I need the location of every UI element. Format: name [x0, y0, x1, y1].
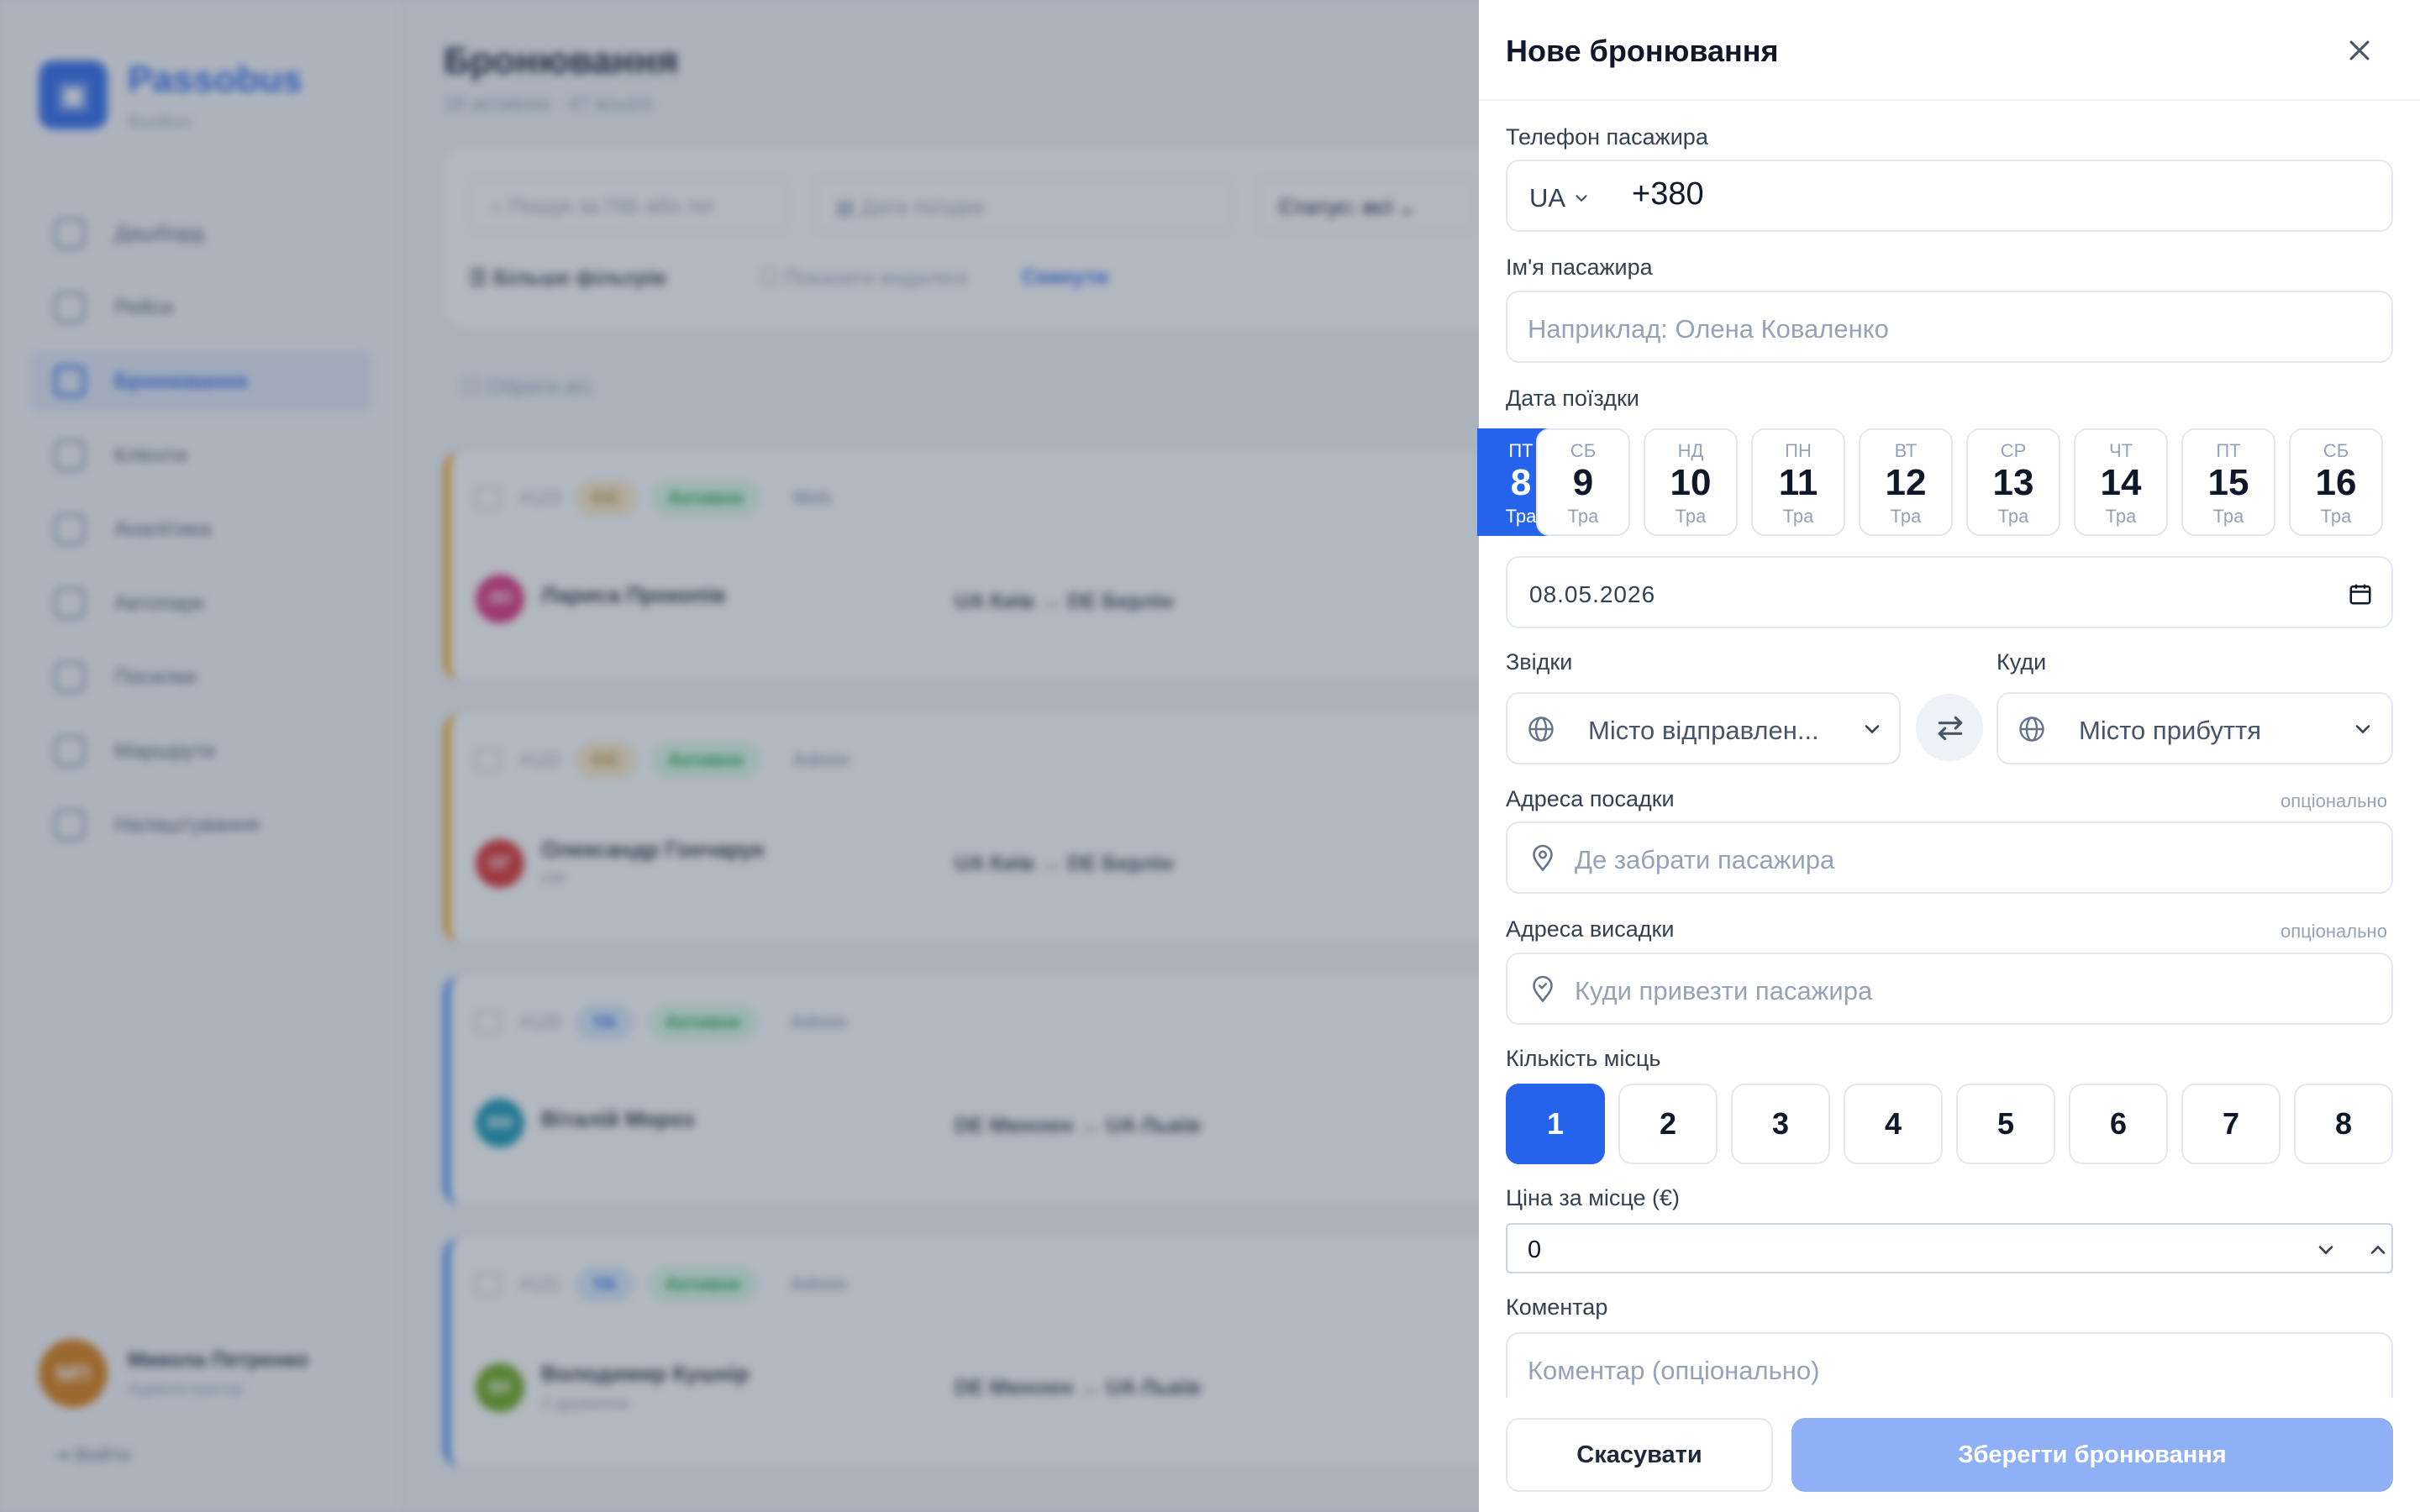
close-icon: [2349, 40, 2370, 60]
pickup-address-input[interactable]: Де забрати пасажира: [1506, 822, 2393, 894]
comment-placeholder: Коментар (опціонально): [1528, 1356, 1820, 1385]
seat-count-option[interactable]: 7: [2181, 1084, 2281, 1164]
date-chip[interactable]: СБ 16 Тра: [2289, 428, 2383, 536]
new-booking-drawer: Нове бронювання Телефон пасажира UA +380…: [1477, 0, 2420, 1512]
date-chip-month: Тра: [1675, 506, 1707, 527]
from-city-placeholder: Місто відправлен...: [1588, 716, 1819, 745]
date-chip[interactable]: СБ 9 Тра: [1536, 428, 1630, 536]
date-chip-month: Тра: [2212, 506, 2244, 527]
date-chip-month: Тра: [2320, 506, 2352, 527]
date-chip-month: Тра: [1997, 506, 2029, 527]
date-chip-weekday: СР: [2000, 440, 2027, 461]
close-button[interactable]: [2336, 27, 2383, 74]
date-chip-weekday: ПТ: [2216, 440, 2241, 461]
comment-label: Коментар: [1506, 1294, 1608, 1320]
calendar-icon[interactable]: [2348, 581, 2373, 606]
seat-count-option[interactable]: 1: [1506, 1084, 1605, 1164]
date-chip-day: 12: [1885, 462, 1927, 503]
pickup-label: Адреса посадки: [1506, 786, 1675, 811]
dropoff-placeholder: Куди привезти пасажира: [1575, 976, 1873, 1005]
dropoff-address-input[interactable]: Куди привезти пасажира: [1506, 953, 2393, 1025]
date-input-value: 08.05.2026: [1529, 581, 1656, 607]
date-chip[interactable]: ВТ 12 Тра: [1859, 428, 1953, 536]
date-chip-weekday: СБ: [1570, 440, 1597, 461]
date-chip-weekday: ЧТ: [2108, 440, 2133, 461]
date-chip-day: 11: [1778, 462, 1818, 503]
globe-icon: [1528, 717, 1554, 742]
country-code-value: UA: [1529, 183, 1566, 213]
country-code-select[interactable]: UA: [1529, 183, 1591, 213]
date-chip-month: Тра: [1890, 506, 1922, 527]
date-chip-month: Тра: [2105, 506, 2137, 527]
date-chip[interactable]: ПН 11 Тра: [1751, 428, 1845, 536]
seats-label: Кількість місць: [1506, 1046, 1661, 1071]
swap-icon: [1938, 716, 1963, 741]
from-city-select[interactable]: Місто відправлен...: [1506, 692, 1901, 764]
date-chip-month: Тра: [1782, 506, 1814, 527]
seat-count-option[interactable]: 5: [1956, 1084, 2055, 1164]
seat-count-option[interactable]: 8: [2294, 1084, 2393, 1164]
drawer-title: Нове бронювання: [1506, 34, 1779, 68]
price-label: Ціна за місце (€): [1506, 1185, 1681, 1210]
passenger-name-placeholder: Наприклад: Олена Коваленко: [1528, 314, 1889, 344]
to-city-select[interactable]: Місто прибуття: [1996, 692, 2393, 764]
map-pin-check-icon: [1533, 975, 1553, 1003]
date-chip[interactable]: ПТ 15 Тра: [2181, 428, 2275, 536]
phone-label: Телефон пасажира: [1506, 124, 1708, 150]
to-city-placeholder: Місто прибуття: [2079, 716, 2262, 745]
phone-field: UA +380: [1506, 160, 2393, 232]
passenger-name-input[interactable]: Наприклад: Олена Коваленко: [1506, 291, 2393, 363]
date-chip[interactable]: НД 10 Тра: [1644, 428, 1738, 536]
seat-count-option[interactable]: 4: [1844, 1084, 1943, 1164]
date-chip[interactable]: СР 13 Тра: [1966, 428, 2060, 536]
cancel-button[interactable]: Скасувати: [1506, 1418, 1773, 1492]
date-picker-strip: ПТ 8 Тра СБ 9 Тра НД 10 Тра ПН 11 Тра ВТ 12 Тра СР 13 Тра…: [1477, 428, 2420, 536]
to-label: Куди: [1996, 649, 2047, 675]
chevron-down-icon: [1865, 725, 1880, 734]
date-chip-day: 10: [1670, 462, 1712, 503]
date-chip-weekday: СБ: [2323, 440, 2349, 461]
dropoff-optional-hint: опціонально: [2281, 921, 2387, 942]
date-chip-day: 9: [1572, 462, 1594, 503]
pickup-placeholder: Де забрати пасажира: [1575, 845, 1835, 874]
date-chip-month: Тра: [1567, 506, 1599, 527]
drawer-header: Нове бронювання: [1479, 0, 2420, 101]
save-booking-button[interactable]: Зберегти бронювання: [1791, 1418, 2393, 1492]
chevron-down-icon[interactable]: [2314, 1238, 2338, 1262]
phone-input[interactable]: +380: [1632, 176, 1704, 213]
name-label: Ім'я пасажира: [1506, 255, 1653, 280]
date-chip-weekday: ПН: [1785, 440, 1812, 461]
price-value: 0: [1528, 1236, 1542, 1263]
date-chip-day: 16: [2315, 462, 2357, 503]
chevron-up-icon[interactable]: [2366, 1238, 2390, 1262]
date-chip[interactable]: ЧТ 14 Тра: [2074, 428, 2168, 536]
date-input[interactable]: 08.05.2026: [1506, 556, 2393, 628]
from-label: Звідки: [1506, 649, 1573, 675]
price-input[interactable]: 0: [1506, 1223, 2393, 1273]
globe-icon: [2019, 717, 2044, 742]
seat-count-option[interactable]: 3: [1731, 1084, 1830, 1164]
trip-date-label: Дата поїздки: [1506, 386, 1639, 411]
date-chip-weekday: НД: [1677, 440, 1704, 461]
seat-count-option[interactable]: 2: [1618, 1084, 1718, 1164]
date-chip-day: 15: [2207, 462, 2249, 503]
date-chip-day: 14: [2100, 462, 2142, 503]
chevron-down-icon: [1576, 195, 1587, 202]
swap-cities-button[interactable]: [1916, 694, 1983, 761]
chevron-down-icon: [2355, 725, 2370, 734]
pickup-optional-hint: опціонально: [2281, 790, 2387, 811]
date-chip-weekday: ВТ: [1894, 440, 1918, 461]
map-pin-icon: [1533, 844, 1553, 872]
dropoff-label: Адреса висадки: [1506, 916, 1675, 942]
date-chip-day: 13: [1992, 462, 2034, 503]
seat-count-option[interactable]: 6: [2069, 1084, 2168, 1164]
